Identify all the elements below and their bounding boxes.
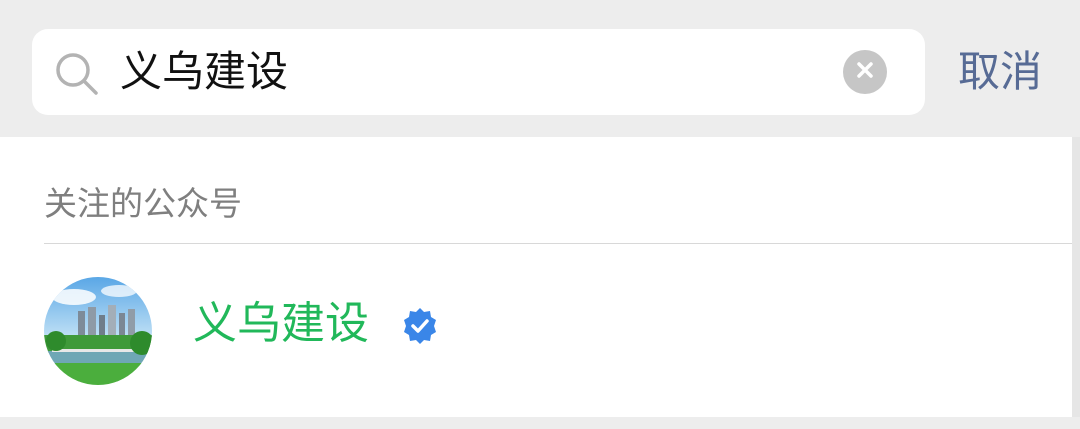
scrollbar[interactable]: [1072, 137, 1080, 417]
avatar: [44, 277, 152, 385]
clear-icon: [855, 60, 875, 84]
search-bar: 义乌建设 取消: [0, 0, 1080, 137]
account-name: 义乌建设: [193, 298, 369, 349]
search-input[interactable]: 义乌建设: [120, 29, 820, 115]
account-row[interactable]: 义乌建设: [0, 244, 1080, 417]
results-panel: 关注的公众号 义乌建设: [0, 137, 1080, 417]
search-box[interactable]: 义乌建设: [32, 29, 925, 115]
section-title-followed-accounts: 关注的公众号: [44, 184, 242, 223]
cancel-button[interactable]: 取消: [958, 29, 1042, 115]
search-icon: [54, 51, 100, 97]
verified-badge-icon: [400, 306, 440, 346]
clear-search-button[interactable]: [843, 50, 887, 94]
